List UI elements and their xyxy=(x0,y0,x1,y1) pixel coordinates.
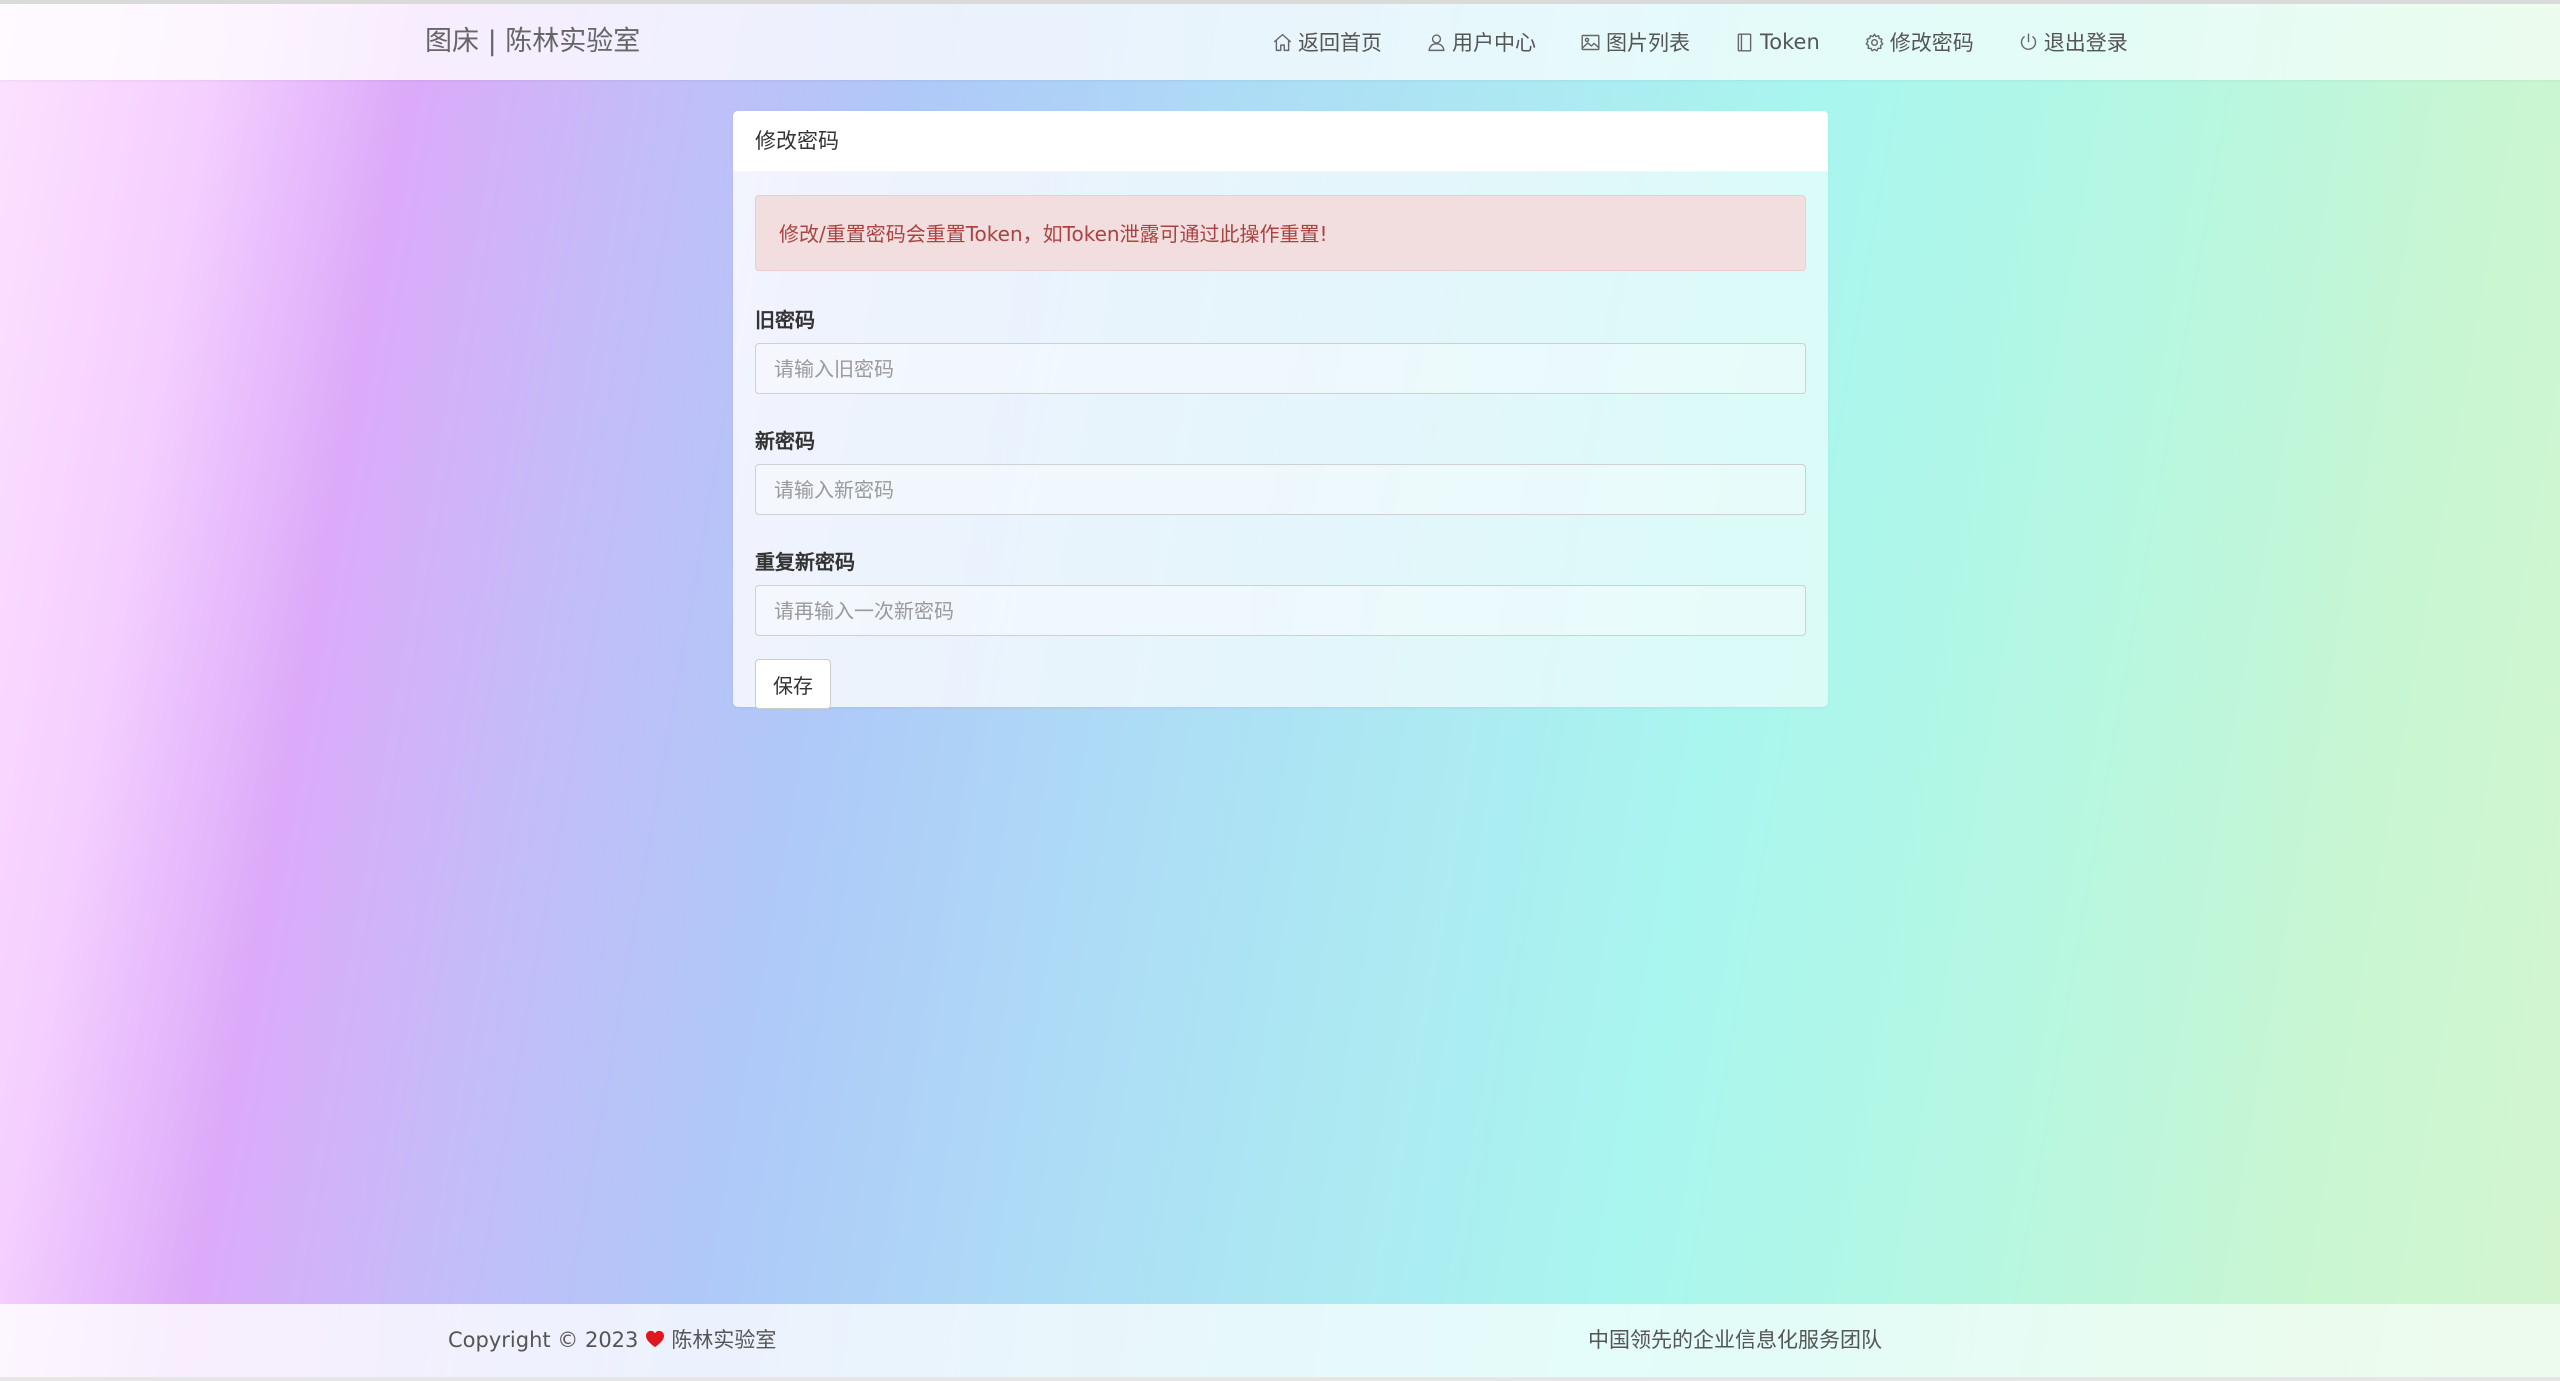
nav-item-label: 图片列表 xyxy=(1606,31,1690,55)
nav-item-token[interactable]: Token xyxy=(1734,30,1820,54)
nav-item-change-password[interactable]: 修改密码 xyxy=(1864,27,1974,57)
nav-item-label: 退出登录 xyxy=(2043,31,2128,55)
power-icon xyxy=(2020,32,2036,50)
book-icon xyxy=(1737,32,1752,52)
nav-menu: 返回首页 用户中心 图片列表 Token 修改密码 退出登录 xyxy=(1272,4,2128,80)
card-body: 修改/重置密码会重置Token，如Token泄露可通过此操作重置! 旧密码 新密… xyxy=(733,195,1828,709)
repeat-password-label: 重复新密码 xyxy=(755,550,855,574)
gear-icon xyxy=(1865,32,1884,52)
nav-item-home[interactable]: 返回首页 xyxy=(1272,27,1382,57)
copyright: Copyright © 2023 陈林实验室 xyxy=(448,1304,776,1377)
nav-item-label: Token xyxy=(1760,30,1820,54)
brand-logo[interactable]: 图床 | 陈林实验室 xyxy=(425,4,640,80)
copyright-org: 陈林实验室 xyxy=(671,1328,777,1352)
nav-item-logout[interactable]: 退出登录 xyxy=(2018,27,2128,57)
token-reset-alert: 修改/重置密码会重置Token，如Token泄露可通过此操作重置! xyxy=(755,195,1806,271)
bottom-border xyxy=(0,1377,2560,1381)
old-password-input[interactable] xyxy=(755,343,1806,394)
repeat-password-input[interactable] xyxy=(755,585,1806,636)
heart-icon xyxy=(646,1330,665,1347)
card-title: 修改密码 xyxy=(733,111,1828,172)
new-password-label: 新密码 xyxy=(755,429,815,453)
copyright-text: Copyright © 2023 xyxy=(448,1328,639,1352)
image-icon xyxy=(1581,34,1600,50)
user-icon xyxy=(1428,33,1445,51)
new-password-input[interactable] xyxy=(755,464,1806,515)
nav-item-user-center[interactable]: 用户中心 xyxy=(1426,27,1536,57)
old-password-label: 旧密码 xyxy=(755,308,815,332)
nav-item-label: 用户中心 xyxy=(1452,31,1536,55)
change-password-card: 修改密码 修改/重置密码会重置Token，如Token泄露可通过此操作重置! 旧… xyxy=(733,111,1828,709)
nav-item-label: 修改密码 xyxy=(1889,31,1974,55)
save-button[interactable]: 保存 xyxy=(755,659,831,709)
nav-item-image-list[interactable]: 图片列表 xyxy=(1580,27,1690,57)
footer: Copyright © 2023 陈林实验室 中国领先的企业信息化服务团队 xyxy=(0,1304,2560,1377)
nav-item-label: 返回首页 xyxy=(1298,31,1382,55)
footer-slogan: 中国领先的企业信息化服务团队 xyxy=(1588,1328,1882,1352)
top-navbar: 图床 | 陈林实验室 返回首页 用户中心 图片列表 Token 修改密码 退出登… xyxy=(0,4,2560,80)
home-icon xyxy=(1273,33,1292,51)
